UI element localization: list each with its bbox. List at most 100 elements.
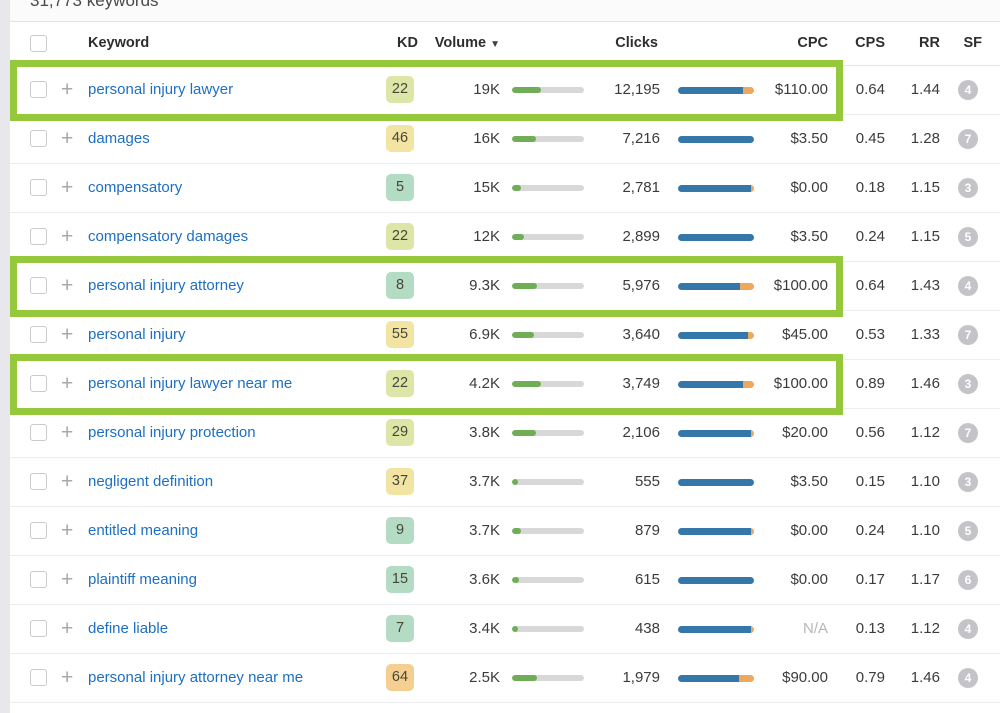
keyword-link[interactable]: personal injury protection: [88, 409, 256, 457]
clicks-value: 12,195: [614, 66, 660, 114]
column-header-cps[interactable]: CPS: [855, 22, 885, 65]
volume-bar: [512, 234, 584, 240]
row-checkbox[interactable]: [30, 179, 47, 196]
column-header-keyword[interactable]: Keyword: [88, 22, 149, 65]
row-checkbox[interactable]: [30, 81, 47, 98]
row-checkbox[interactable]: [30, 424, 47, 441]
column-header-rr[interactable]: RR: [919, 22, 940, 65]
clicks-value: 7,216: [622, 115, 660, 163]
column-header-clicks[interactable]: Clicks: [615, 22, 658, 65]
clicks-value: 2,106: [622, 409, 660, 457]
rr-value: 1.46: [911, 360, 940, 408]
cpc-value: $100.00: [774, 262, 828, 310]
rr-value: 1.10: [911, 458, 940, 506]
cps-value: 0.24: [856, 507, 885, 555]
table-row: + define liable 7 3.4K 438 N/A 0.13 1.12…: [10, 605, 1000, 654]
serp-features-badge[interactable]: 6: [958, 570, 978, 590]
add-to-list-icon[interactable]: +: [61, 556, 73, 604]
serp-features-badge[interactable]: 7: [958, 325, 978, 345]
clicks-bar-organic: [678, 430, 751, 437]
serp-features-badge[interactable]: 3: [958, 374, 978, 394]
keyword-link[interactable]: damages: [88, 115, 150, 163]
volume-bar-fill: [512, 185, 521, 191]
serp-features-badge[interactable]: 4: [958, 668, 978, 688]
add-to-list-icon[interactable]: +: [61, 654, 73, 702]
volume-bar-fill: [512, 479, 518, 485]
rr-value: 1.33: [911, 311, 940, 359]
cps-value: 0.53: [856, 311, 885, 359]
rr-value: 1.15: [911, 213, 940, 261]
column-header-kd[interactable]: KD: [397, 22, 418, 65]
cps-value: 0.56: [856, 409, 885, 457]
keyword-link[interactable]: define liable: [88, 605, 168, 653]
clicks-bar-organic: [678, 479, 754, 486]
rr-value: 1.46: [911, 654, 940, 702]
keyword-link[interactable]: personal injury: [88, 311, 186, 359]
row-checkbox[interactable]: [30, 522, 47, 539]
serp-features-badge[interactable]: 4: [958, 276, 978, 296]
serp-features-badge[interactable]: 7: [958, 129, 978, 149]
keyword-link[interactable]: personal injury lawyer near me: [88, 360, 292, 408]
keyword-link[interactable]: compensatory damages: [88, 213, 248, 261]
row-checkbox[interactable]: [30, 669, 47, 686]
cpc-value: $3.50: [790, 115, 828, 163]
clicks-bar-organic: [678, 577, 754, 584]
keyword-link[interactable]: personal injury attorney: [88, 262, 244, 310]
volume-bar-fill: [512, 528, 521, 534]
keyword-link[interactable]: personal injury lawyer: [88, 66, 233, 114]
volume-bar: [512, 332, 584, 338]
clicks-bar: [678, 626, 754, 633]
kd-badge: 7: [386, 615, 414, 642]
column-header-cpc[interactable]: CPC: [797, 22, 828, 65]
row-checkbox[interactable]: [30, 326, 47, 343]
volume-bar: [512, 283, 584, 289]
clicks-bar-paid: [751, 626, 754, 633]
add-to-list-icon[interactable]: +: [61, 164, 73, 212]
add-to-list-icon[interactable]: +: [61, 262, 73, 310]
select-all-checkbox[interactable]: [30, 35, 47, 52]
add-to-list-icon[interactable]: +: [61, 213, 73, 261]
add-to-list-icon[interactable]: +: [61, 115, 73, 163]
column-header-volume[interactable]: Volume▼: [435, 22, 500, 65]
keyword-link[interactable]: personal injury attorney near me: [88, 654, 303, 702]
add-to-list-icon[interactable]: +: [61, 409, 73, 457]
add-to-list-icon[interactable]: +: [61, 458, 73, 506]
add-to-list-icon[interactable]: +: [61, 360, 73, 408]
kd-badge: 8: [386, 272, 414, 299]
row-checkbox[interactable]: [30, 571, 47, 588]
add-to-list-icon[interactable]: +: [61, 507, 73, 555]
serp-features-badge[interactable]: 5: [958, 521, 978, 541]
row-checkbox[interactable]: [30, 473, 47, 490]
keyword-link[interactable]: entitled meaning: [88, 507, 198, 555]
serp-features-badge[interactable]: 3: [958, 472, 978, 492]
cps-value: 0.64: [856, 66, 885, 114]
column-header-sf[interactable]: SF: [963, 22, 982, 65]
kd-badge: 22: [386, 370, 414, 397]
row-checkbox[interactable]: [30, 130, 47, 147]
clicks-bar: [678, 577, 754, 584]
row-checkbox[interactable]: [30, 277, 47, 294]
volume-bar-fill: [512, 626, 518, 632]
table-row: + compensatory 5 15K 2,781 $0.00 0.18 1.…: [10, 164, 1000, 213]
add-to-list-icon[interactable]: +: [61, 66, 73, 114]
row-checkbox[interactable]: [30, 228, 47, 245]
kd-badge: 46: [386, 125, 414, 152]
keyword-link[interactable]: plaintiff meaning: [88, 556, 197, 604]
serp-features-badge[interactable]: 5: [958, 227, 978, 247]
clicks-bar-organic: [678, 136, 754, 143]
keyword-link[interactable]: compensatory: [88, 164, 182, 212]
cpc-value: $45.00: [782, 311, 828, 359]
serp-features-badge[interactable]: 7: [958, 423, 978, 443]
row-checkbox[interactable]: [30, 620, 47, 637]
serp-features-badge[interactable]: 3: [958, 178, 978, 198]
clicks-bar-paid: [751, 528, 754, 535]
cpc-value: N/A: [803, 605, 828, 653]
serp-features-badge[interactable]: 4: [958, 80, 978, 100]
add-to-list-icon[interactable]: +: [61, 605, 73, 653]
keyword-link[interactable]: negligent definition: [88, 458, 213, 506]
volume-bar: [512, 675, 584, 681]
volume-bar: [512, 185, 584, 191]
serp-features-badge[interactable]: 4: [958, 619, 978, 639]
add-to-list-icon[interactable]: +: [61, 311, 73, 359]
row-checkbox[interactable]: [30, 375, 47, 392]
